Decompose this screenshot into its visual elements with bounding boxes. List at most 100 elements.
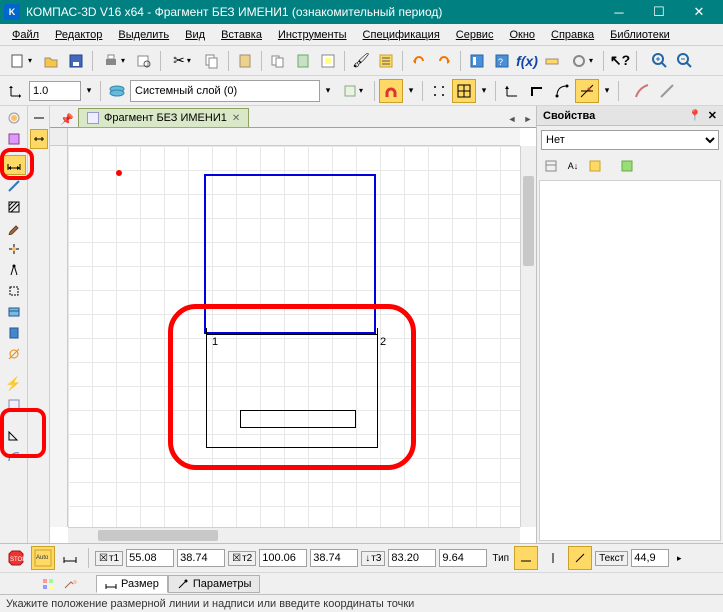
- menu-selection[interactable]: Выделить: [110, 27, 177, 43]
- auto-button[interactable]: Auto: [31, 546, 55, 570]
- panel-config-icon[interactable]: [36, 575, 60, 593]
- more-right[interactable]: ▸: [672, 546, 686, 570]
- menu-spec[interactable]: Спецификация: [355, 27, 448, 43]
- tool-compass[interactable]: [2, 260, 26, 280]
- clipboard-button[interactable]: [233, 49, 257, 73]
- stop-button[interactable]: STOP: [4, 546, 28, 570]
- layer-visib-button[interactable]: [336, 79, 370, 103]
- vars-button[interactable]: ?: [490, 49, 514, 73]
- minimize-button[interactable]: ─: [599, 1, 639, 23]
- canvas[interactable]: 1 2: [50, 128, 536, 543]
- t3-x-input[interactable]: [388, 549, 436, 567]
- open-button[interactable]: [39, 49, 63, 73]
- tool2-b[interactable]: [30, 129, 48, 149]
- tool-arc[interactable]: [2, 446, 26, 466]
- pin-icon[interactable]: 📌: [60, 113, 74, 127]
- layers-icon[interactable]: [105, 79, 129, 103]
- scrollbar-horizontal[interactable]: [68, 527, 520, 543]
- tool-flash[interactable]: ⚡: [2, 374, 26, 394]
- save-button[interactable]: [64, 49, 88, 73]
- tool-ax[interactable]: [2, 344, 26, 364]
- t2-y-input[interactable]: [310, 549, 358, 567]
- zoom-out-button[interactable]: [673, 49, 697, 73]
- tool2-a[interactable]: [30, 108, 48, 128]
- ortho-button[interactable]: [525, 79, 549, 103]
- prop-sort-icon[interactable]: A↓: [563, 156, 583, 176]
- t1-box[interactable]: ☒т1: [95, 551, 123, 566]
- tool-line[interactable]: [2, 176, 26, 196]
- copy-props-button[interactable]: [316, 49, 340, 73]
- tool-dimension[interactable]: [2, 155, 26, 175]
- tab-next[interactable]: ►: [520, 111, 536, 127]
- viewport[interactable]: 1 2: [68, 146, 520, 527]
- tab-prev[interactable]: ◄: [504, 111, 520, 127]
- ortho-arrow-button[interactable]: [500, 79, 524, 103]
- tool-angle[interactable]: [2, 425, 26, 445]
- text-box[interactable]: Текст: [595, 551, 628, 566]
- brush-button[interactable]: 🖌: [349, 49, 373, 73]
- config-button[interactable]: [565, 49, 599, 73]
- new-doc-button[interactable]: [4, 49, 38, 73]
- tool-select[interactable]: [2, 281, 26, 301]
- properties-filter-select[interactable]: Нет: [541, 130, 719, 150]
- close-tab-icon[interactable]: ✕: [232, 113, 240, 124]
- prop-filter-icon[interactable]: [617, 156, 637, 176]
- grid-dd[interactable]: ▾: [477, 79, 491, 103]
- scale-dropdown[interactable]: ▾: [82, 79, 96, 103]
- maximize-button[interactable]: ☐: [639, 1, 679, 23]
- doc-tab-1[interactable]: Фрагмент БЕЗ ИМЕНИ1 ✕: [78, 108, 249, 127]
- track-dd[interactable]: ▾: [600, 79, 614, 103]
- t3-box[interactable]: ↓т3: [361, 551, 385, 566]
- tool-hatch[interactable]: [2, 197, 26, 217]
- panel-close-icon[interactable]: ✕: [708, 109, 717, 122]
- prop-cat-icon[interactable]: [541, 156, 561, 176]
- t1-y-input[interactable]: [177, 549, 225, 567]
- properties-button[interactable]: [374, 49, 398, 73]
- panel-pin-icon[interactable]: 📍: [688, 109, 702, 122]
- snap-dd[interactable]: ▾: [404, 79, 418, 103]
- cut-button[interactable]: ✂: [165, 49, 199, 73]
- undo-button[interactable]: [407, 49, 431, 73]
- menu-editor[interactable]: Редактор: [47, 27, 110, 43]
- t2-box[interactable]: ☒т2: [228, 551, 256, 566]
- print-button[interactable]: [97, 49, 131, 73]
- track-button[interactable]: [575, 79, 599, 103]
- tool-box[interactable]: [2, 129, 26, 149]
- type-aligned-button[interactable]: [568, 546, 592, 570]
- zoom-in-button[interactable]: [648, 49, 672, 73]
- tool-pick[interactable]: [2, 108, 26, 128]
- lib-manager-button[interactable]: [465, 49, 489, 73]
- help-cursor-button[interactable]: ↖?: [608, 49, 632, 73]
- t2-x-input[interactable]: [259, 549, 307, 567]
- copy2-button[interactable]: [266, 49, 290, 73]
- panel-tools-icon[interactable]: [60, 575, 82, 593]
- sketch-brush2-button[interactable]: [655, 79, 679, 103]
- close-button[interactable]: ✕: [679, 1, 719, 23]
- measure-button[interactable]: [540, 49, 564, 73]
- tool-report[interactable]: [2, 323, 26, 343]
- text-input[interactable]: [631, 549, 669, 567]
- scrollbar-vertical[interactable]: [520, 146, 536, 527]
- type-vert-button[interactable]: [541, 546, 565, 570]
- fx-button[interactable]: f(x): [515, 49, 539, 73]
- layer-dropdown[interactable]: ▾: [321, 79, 335, 103]
- round-button[interactable]: [550, 79, 574, 103]
- sketch-brush-button[interactable]: [630, 79, 654, 103]
- grid-sparse-button[interactable]: [427, 79, 451, 103]
- menu-window[interactable]: Окно: [501, 27, 543, 43]
- tool-param[interactable]: [2, 239, 26, 259]
- menu-file[interactable]: Файл: [4, 27, 47, 43]
- tab-size[interactable]: Размер: [96, 575, 168, 593]
- copy-button[interactable]: [200, 49, 224, 73]
- scale-input[interactable]: [29, 81, 81, 101]
- t1-x-input[interactable]: [126, 549, 174, 567]
- tool-prop-ed[interactable]: [2, 395, 26, 415]
- tab-params[interactable]: Параметры: [168, 575, 261, 593]
- dim-style-button[interactable]: [58, 546, 82, 570]
- print-preview-button[interactable]: [132, 49, 156, 73]
- menu-view[interactable]: Вид: [177, 27, 213, 43]
- tool-edit[interactable]: [2, 218, 26, 238]
- menu-service[interactable]: Сервис: [448, 27, 502, 43]
- snap-toggle-button[interactable]: [379, 79, 403, 103]
- scroll-thumb-h[interactable]: [98, 530, 218, 541]
